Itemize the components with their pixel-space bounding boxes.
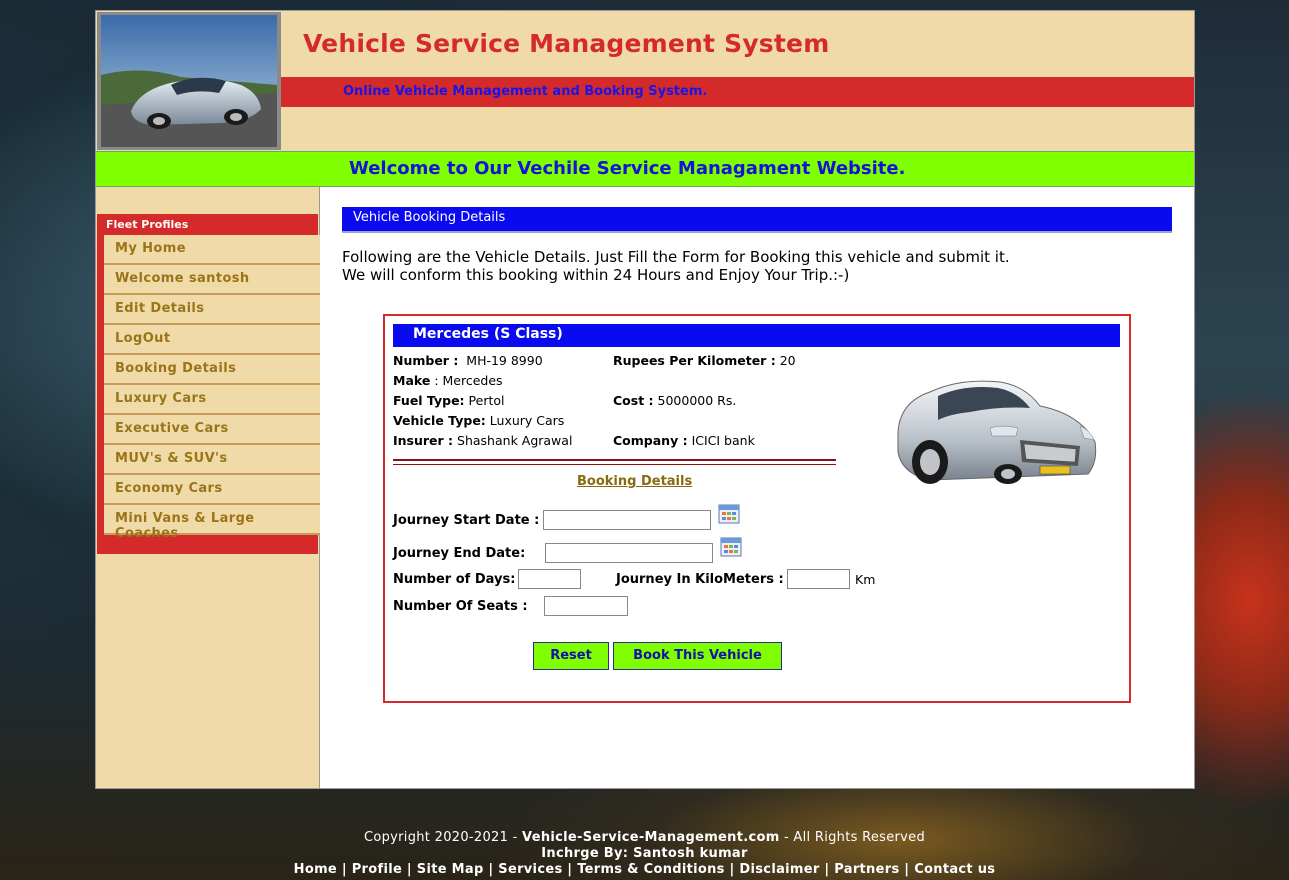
sidebar-item-muvs-suvs[interactable]: MUV's & SUV's [104,445,320,475]
sidebar-item-economy-cars[interactable]: Economy Cars [104,475,320,505]
sidebar-item-luxury-cars[interactable]: Luxury Cars [104,385,320,415]
end-date-label: Journey End Date: [393,546,526,561]
days-input[interactable] [518,569,581,589]
mercedes-car-image [890,362,1105,497]
incharge: Inchrge By: Santosh kumar [541,846,748,861]
insurer-label: Insurer : [393,433,454,448]
copyright: Copyright 2020-2021 - Vehicle-Service-Ma… [0,830,1289,846]
type-label: Vehicle Type: [393,413,486,428]
sidebar-item-label[interactable]: Edit Details [115,301,204,316]
fuel-value: Pertol [468,393,505,408]
intro-line-1: Following are the Vehicle Details. Just … [342,248,1010,266]
site-subtitle: Online Vehicle Management and Booking Sy… [343,84,708,99]
sidebar-item-edit-details[interactable]: Edit Details [104,295,320,325]
footer-link-contact[interactable]: Contact us [914,862,995,877]
footer-link-site-map[interactable]: Site Map [417,862,484,877]
sidebar-item-booking-details[interactable]: Booking Details [104,355,320,385]
sidebar-item-label[interactable]: Luxury Cars [115,391,206,406]
vehicle-make: Make : Mercedes [393,373,503,388]
sidebar-item-label[interactable]: MUV's & SUV's [115,451,228,466]
km-label: Journey In KiloMeters : [616,572,784,587]
welcome-bar: Welcome to Our Vechile Service Managamen… [96,151,1194,187]
footer-link-services[interactable]: Services [498,862,562,877]
make-label: Make [393,373,431,388]
sidebar-item-executive-cars[interactable]: Executive Cars [104,415,320,445]
company-label: Company : [613,433,688,448]
seats-input[interactable] [544,596,628,616]
type-value: Luxury Cars [489,413,565,428]
fleet-profiles-panel: Fleet Profiles My Home Welcome santosh E… [97,214,320,554]
cost-value: 5000000 Rs. [657,393,737,408]
number-label: Number : [393,353,459,368]
company-value: ICICI bank [691,433,755,448]
copyright-suffix: - All Rights Reserved [784,830,926,845]
footer-link-partners[interactable]: Partners [834,862,899,877]
details-divider [393,459,836,465]
sidebar-item-label[interactable]: Executive Cars [115,421,229,436]
vehicle-title-bar: Mercedes (S Class) [393,324,1120,347]
section-header: Vehicle Booking Details [342,207,1172,233]
number-value: MH-19 8990 [466,353,543,368]
rate-label: Rupees Per Kilometer : [613,353,776,368]
fuel-label: Fuel Type: [393,393,465,408]
intro-text: Following are the Vehicle Details. Just … [342,248,1010,284]
start-date-label: Journey Start Date : [393,513,540,528]
start-calendar-icon[interactable] [718,504,740,524]
footer-links: Home | Profile | Site Map | Services | T… [293,862,996,877]
footer-link-disclaimer[interactable]: Disclaimer [739,862,819,877]
sidebar-item-mini-vans[interactable]: Mini Vans & Large Coaches [104,505,320,541]
sidebar-item-label[interactable]: My Home [115,241,186,256]
vehicle-insurer: Insurer : Shashank Agrawal [393,433,572,448]
site-footer: Copyright 2020-2021 - Vehicle-Service-Ma… [0,830,1289,878]
welcome-message: Welcome to Our Vechile Service Managamen… [349,158,906,179]
sidebar-item-welcome[interactable]: Welcome santosh [104,265,320,295]
vehicle-company: Company : ICICI bank [613,433,755,448]
book-vehicle-button[interactable]: Book This Vehicle [613,642,782,670]
sidebar-menu: My Home Welcome santosh Edit Details Log… [104,235,320,541]
reset-button[interactable]: Reset [533,642,609,670]
vehicle-cost: Cost : 5000000 Rs. [613,393,736,408]
section-title: Vehicle Booking Details [353,210,506,225]
footer-link-terms[interactable]: Terms & Conditions [577,862,725,877]
cost-label: Cost : [613,393,654,408]
vehicle-fuel: Fuel Type: Pertol [393,393,504,408]
footer-link-home[interactable]: Home [294,862,337,877]
main-content: Vehicle Booking Details Following are th… [320,187,1194,788]
subtitle-bar: Online Vehicle Management and Booking Sy… [281,77,1194,107]
sidebar-item-label[interactable]: LogOut [115,331,170,346]
sidebar-item-my-home[interactable]: My Home [104,235,320,265]
km-input[interactable] [787,569,850,589]
km-unit: Km [855,572,876,587]
days-label: Number of Days: [393,572,516,587]
site-name: Vehicle-Service-Management.com [522,830,780,845]
site-title: Vehicle Service Management System [303,29,830,58]
vehicle-rate: Rupees Per Kilometer : 20 [613,353,796,368]
intro-line-2: We will conform this booking within 24 H… [342,266,850,284]
sidebar-item-label[interactable]: Welcome santosh [115,271,250,286]
make-value: : Mercedes [434,373,503,388]
logo-frame [97,12,281,150]
start-date-input[interactable] [543,510,711,530]
vehicle-type: Vehicle Type: Luxury Cars [393,413,564,428]
footer-link-profile[interactable]: Profile [352,862,402,877]
sidebar-item-label[interactable]: Booking Details [115,361,236,376]
vehicle-number: Number : MH-19 8990 [393,353,543,368]
booking-details-link[interactable]: Booking Details [577,474,692,489]
sidebar-item-label[interactable]: Mini Vans & Large Coaches [115,511,320,541]
sidebar-item-label[interactable]: Economy Cars [115,481,223,496]
fleet-profiles-title: Fleet Profiles [106,218,189,231]
vehicle-name: Mercedes (S Class) [413,326,563,342]
sidebar-item-logout[interactable]: LogOut [104,325,320,355]
sports-car-image [101,15,277,147]
copyright-prefix: Copyright 2020-2021 - [363,830,518,845]
vehicle-booking-card: Mercedes (S Class) Number : MH-19 8990 R… [383,314,1131,703]
end-date-input[interactable] [545,543,713,563]
seats-label: Number Of Seats : [393,599,528,614]
end-calendar-icon[interactable] [720,537,742,557]
page-container: Vehicle Service Management System Online… [95,10,1195,789]
sidebar: Fleet Profiles My Home Welcome santosh E… [96,187,320,788]
site-header: Vehicle Service Management System Online… [96,11,1194,151]
insurer-value: Shashank Agrawal [457,433,573,448]
rate-value: 20 [779,353,796,368]
